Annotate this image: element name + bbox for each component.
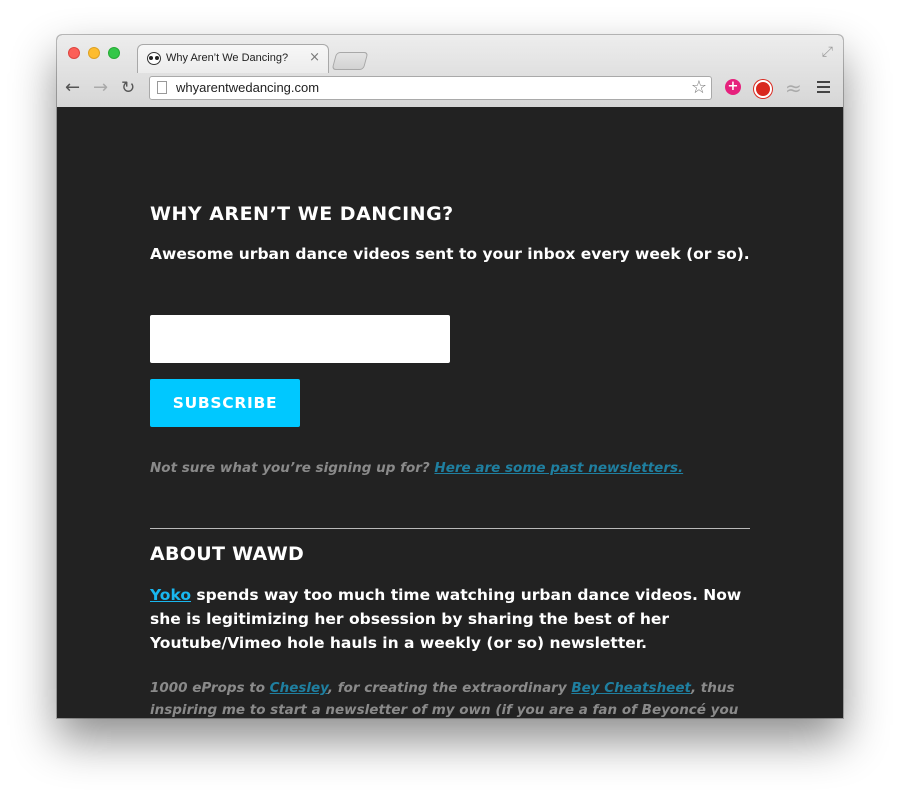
email-input[interactable] (150, 315, 450, 363)
page-icon (157, 81, 167, 94)
panda-favicon-icon (147, 52, 161, 65)
tab-title: Why Aren’t We Dancing? (166, 52, 289, 64)
window-close-button[interactable] (68, 47, 80, 59)
past-newsletters-link[interactable]: Here are some past newsletters. (434, 460, 683, 476)
credit-paragraph: 1000 eProps to Chesley, for creating the… (150, 677, 750, 718)
address-bar[interactable]: whyarentwedancing.com ☆ (149, 76, 712, 100)
fullscreen-icon[interactable]: ⤢ (822, 44, 833, 60)
page-title: WHY AREN’T WE DANCING? (150, 203, 454, 225)
about-text: spends way too much time watching urban … (150, 586, 742, 652)
credit-prefix: 1000 eProps to (150, 680, 270, 696)
past-newsletters-note: Not sure what you’re signing up for? Her… (150, 460, 750, 476)
back-button[interactable]: ← (65, 78, 80, 98)
extension-plus-icon[interactable]: + (725, 79, 741, 95)
forward-button[interactable]: → (93, 78, 108, 98)
url-text: whyarentwedancing.com (176, 80, 320, 95)
about-paragraph: Yoko spends way too much time watching u… (150, 583, 750, 655)
browser-window: Why Aren’t We Dancing? × ⤢ ← → ↻ whyaren… (57, 35, 843, 718)
tagline: Awesome urban dance videos sent to your … (150, 245, 750, 263)
bookmark-star-icon[interactable]: ☆ (691, 77, 707, 99)
window-zoom-button[interactable] (108, 47, 120, 59)
extension-stop-icon[interactable] (754, 80, 772, 98)
menu-icon[interactable] (817, 81, 830, 96)
bey-cheatsheet-link[interactable]: Bey Cheatsheet (571, 680, 691, 696)
reload-button[interactable]: ↻ (121, 78, 135, 98)
credit-mid: , for creating the extraordinary (327, 680, 572, 696)
yoko-link[interactable]: Yoko (150, 586, 191, 604)
browser-tab[interactable]: Why Aren’t We Dancing? × (137, 44, 329, 73)
extension-wave-icon[interactable]: ≈ (785, 76, 802, 100)
page-content: WHY AREN’T WE DANCING? Awesome urban dan… (57, 107, 843, 718)
past-prefix: Not sure what you’re signing up for? (150, 460, 435, 476)
new-tab-button[interactable] (331, 52, 369, 70)
chesley-link[interactable]: Chesley (270, 680, 328, 696)
browser-chrome: Why Aren’t We Dancing? × ⤢ ← → ↻ whyaren… (57, 35, 843, 108)
tab-close-icon[interactable]: × (309, 50, 320, 66)
about-heading: ABOUT WAWD (150, 543, 305, 565)
window-minimize-button[interactable] (88, 47, 100, 59)
subscribe-button[interactable]: SUBSCRIBE (150, 379, 300, 427)
divider (150, 528, 750, 529)
